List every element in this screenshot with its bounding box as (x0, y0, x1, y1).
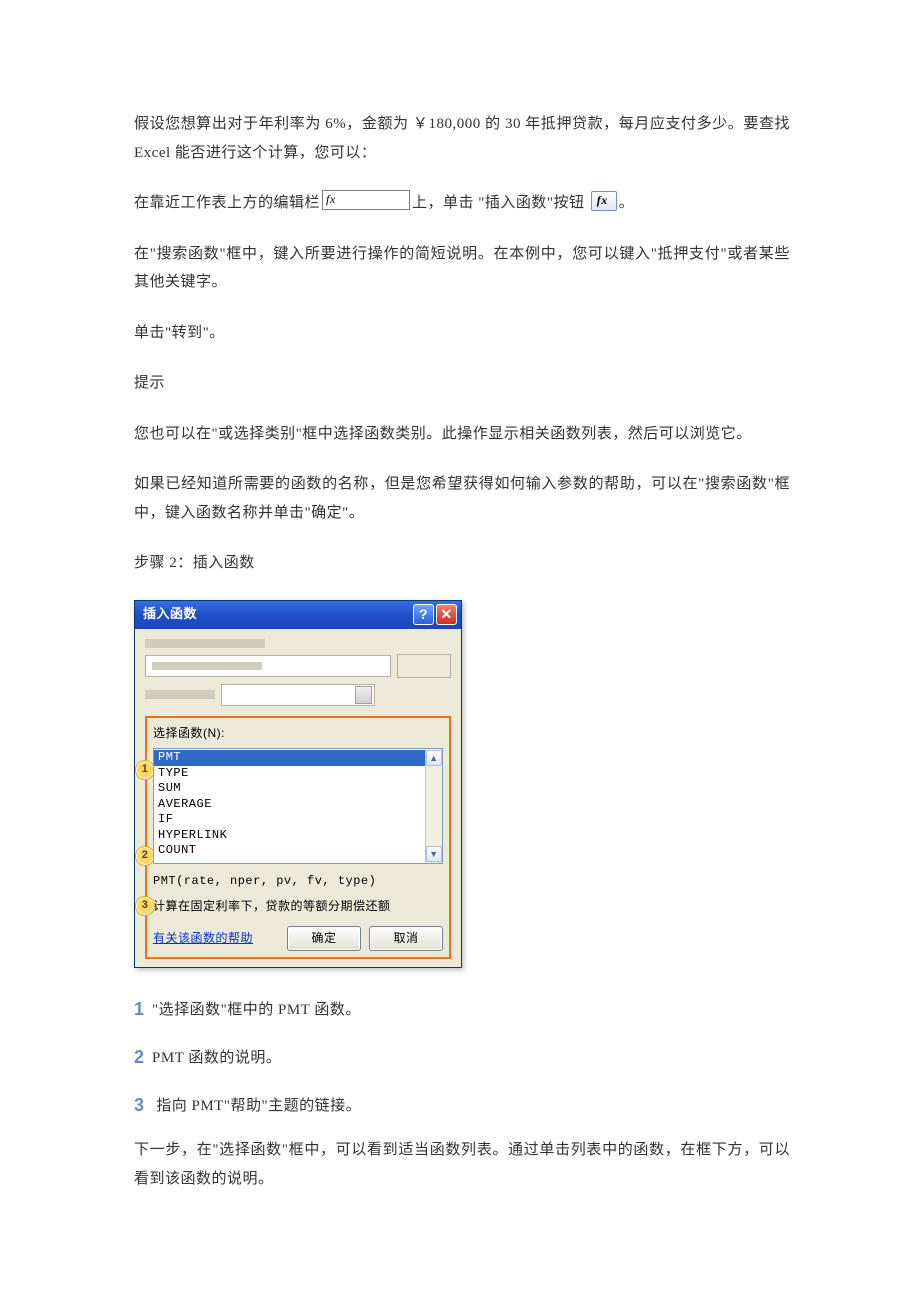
paragraph: 提示 (134, 369, 790, 398)
document-page: 假设您想算出对于年利率为 6%，金额为 ￥180,000 的 30 年抵押贷款，… (0, 0, 920, 1305)
search-input[interactable] (145, 655, 391, 677)
list-item[interactable]: AVERAGE (154, 797, 425, 813)
paragraph: 如果已经知道所需要的函数的名称，但是您希望获得如何输入参数的帮助，可以在"搜索函… (134, 470, 790, 527)
legend-text: PMT 函数的说明。 (152, 1050, 281, 1066)
paragraph: 您也可以在"或选择类别"框中选择函数类别。此操作显示相关函数列表，然后可以浏览它… (134, 420, 790, 449)
ok-button[interactable]: 确定 (287, 926, 361, 951)
callout-1: 1 (135, 760, 155, 780)
text-segment: 。 (619, 195, 635, 211)
greyed-label (145, 690, 215, 699)
dialog-body: 1 2 3 选择函数(N): PMT TYPE SUM AVERAGE IF H… (135, 629, 461, 967)
callout-3: 3 (135, 896, 155, 916)
legend-item: 2PMT 函数的说明。 (134, 1040, 790, 1074)
dialog-title: 插入函数 (143, 602, 197, 627)
function-listbox[interactable]: PMT TYPE SUM AVERAGE IF HYPERLINK COUNT … (153, 748, 443, 864)
highlighted-section: 1 2 3 选择函数(N): PMT TYPE SUM AVERAGE IF H… (145, 716, 451, 959)
paragraph: 下一步，在"选择函数"框中，可以看到适当函数列表。通过单击列表中的函数，在框下方… (134, 1136, 790, 1193)
paragraph: 在靠近工作表上方的编辑栏 上，单击 "插入函数"按钮 。 (134, 189, 790, 218)
paragraph: 单击"转到"。 (134, 319, 790, 348)
formula-bar-icon (322, 190, 410, 210)
close-icon[interactable]: ✕ (436, 604, 457, 625)
list-item[interactable]: COUNT (154, 843, 425, 859)
scroll-up-icon[interactable]: ▲ (426, 750, 442, 766)
list-item[interactable]: PMT (154, 750, 425, 766)
dialog-titlebar: 插入函数 ? ✕ (135, 601, 461, 629)
paragraph: 步骤 2：插入函数 (134, 549, 790, 578)
insert-function-icon (591, 191, 617, 211)
paragraph: 假设您想算出对于年利率为 6%，金额为 ￥180,000 的 30 年抵押贷款，… (134, 110, 790, 167)
category-dropdown[interactable] (221, 684, 375, 706)
legend-item: 3 指向 PMT"帮助"主题的链接。 (134, 1088, 790, 1122)
go-button[interactable] (397, 654, 451, 678)
list-item[interactable]: SUM (154, 781, 425, 797)
list-item[interactable]: TYPE (154, 766, 425, 782)
legend-text: 指向 PMT"帮助"主题的链接。 (152, 1098, 361, 1114)
greyed-label (145, 639, 265, 648)
legend-number: 2 (134, 1040, 152, 1074)
paragraph: 在"搜索函数"框中，键入所要进行操作的简短说明。在本例中，您可以键入"抵押支付"… (134, 240, 790, 297)
scroll-down-icon[interactable]: ▼ (426, 846, 442, 862)
function-help-link[interactable]: 有关该函数的帮助 (153, 927, 279, 950)
list-item[interactable]: HYPERLINK (154, 828, 425, 844)
text-segment: 上，单击 "插入函数"按钮 (412, 195, 585, 211)
select-function-label: 选择函数(N): (153, 722, 443, 745)
legend-item: 1"选择函数"框中的 PMT 函数。 (134, 992, 790, 1026)
function-syntax: PMT(rate, nper, pv, fv, type) (153, 870, 443, 893)
legend-text: "选择函数"框中的 PMT 函数。 (152, 1002, 361, 1018)
scrollbar[interactable]: ▲ ▼ (425, 749, 442, 863)
help-button-icon[interactable]: ? (413, 604, 434, 625)
insert-function-dialog: 插入函数 ? ✕ 1 2 3 选择函数(N): (134, 600, 462, 968)
search-area (145, 639, 451, 706)
callout-2: 2 (135, 846, 155, 866)
legend-number: 1 (134, 992, 152, 1026)
text-segment: 在靠近工作表上方的编辑栏 (134, 195, 320, 211)
legend-number: 3 (134, 1088, 152, 1122)
list-item[interactable]: IF (154, 812, 425, 828)
function-description: 计算在固定利率下，贷款的等额分期偿还额 (153, 895, 443, 918)
cancel-button[interactable]: 取消 (369, 926, 443, 951)
